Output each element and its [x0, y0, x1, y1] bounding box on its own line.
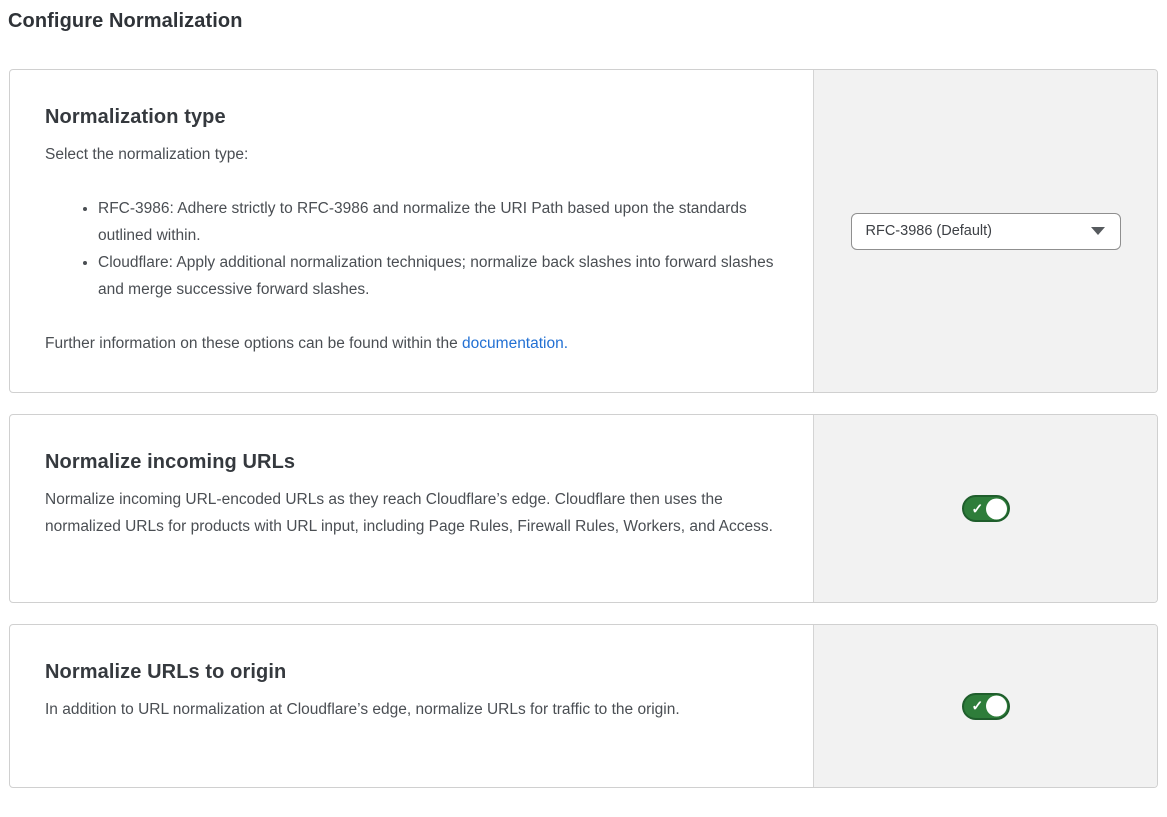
footer-text-after: . [564, 335, 568, 352]
normalize-incoming-urls-card: Normalize incoming URLs Normalize incomi… [9, 414, 1158, 603]
chevron-down-icon [1091, 227, 1105, 235]
normalize-incoming-urls-title: Normalize incoming URLs [45, 451, 783, 474]
normalize-urls-to-origin-title: Normalize URLs to origin [45, 661, 783, 684]
toggle-knob [986, 696, 1007, 717]
normalization-type-card: Normalization type Select the normalizat… [9, 69, 1158, 393]
normalize-urls-to-origin-toggle[interactable]: ✓ [962, 693, 1010, 720]
normalization-type-title: Normalization type [45, 106, 783, 129]
normalization-type-control-panel: RFC-3986 (Default) [813, 70, 1157, 392]
check-icon: ✓ [972, 698, 984, 712]
normalize-incoming-urls-description: Normalize incoming URL-encoded URLs as t… [45, 486, 783, 540]
normalize-urls-to-origin-card: Normalize URLs to origin In addition to … [9, 624, 1158, 788]
list-item-rfc-3986: RFC-3986: Adhere strictly to RFC-3986 an… [98, 195, 783, 249]
normalization-type-select[interactable]: RFC-3986 (Default) [851, 213, 1121, 250]
normalize-incoming-urls-toggle[interactable]: ✓ [962, 495, 1010, 522]
normalize-urls-to-origin-description: In addition to URL normalization at Clou… [45, 696, 783, 723]
normalization-type-options-list: RFC-3986: Adhere strictly to RFC-3986 an… [45, 195, 783, 303]
list-item-cloudflare: Cloudflare: Apply additional normalizati… [98, 249, 783, 303]
toggle-knob [986, 498, 1007, 519]
selected-option-label: RFC-3986 (Default) [866, 223, 993, 239]
check-icon: ✓ [972, 501, 984, 515]
normalize-incoming-urls-content: Normalize incoming URLs Normalize incomi… [10, 415, 813, 602]
normalization-type-footer: Further information on these options can… [45, 330, 783, 357]
configure-normalization-page: Configure Normalization Normalization ty… [0, 0, 1167, 817]
page-title: Configure Normalization [8, 10, 1158, 33]
documentation-link[interactable]: documentation [462, 335, 564, 352]
normalize-urls-to-origin-content: Normalize URLs to origin In addition to … [10, 625, 813, 787]
normalize-incoming-urls-control-panel: ✓ [813, 415, 1157, 602]
footer-text-before: Further information on these options can… [45, 335, 462, 352]
normalization-type-content: Normalization type Select the normalizat… [10, 70, 813, 392]
normalization-type-intro: Select the normalization type: [45, 141, 783, 168]
normalize-urls-to-origin-control-panel: ✓ [813, 625, 1157, 787]
